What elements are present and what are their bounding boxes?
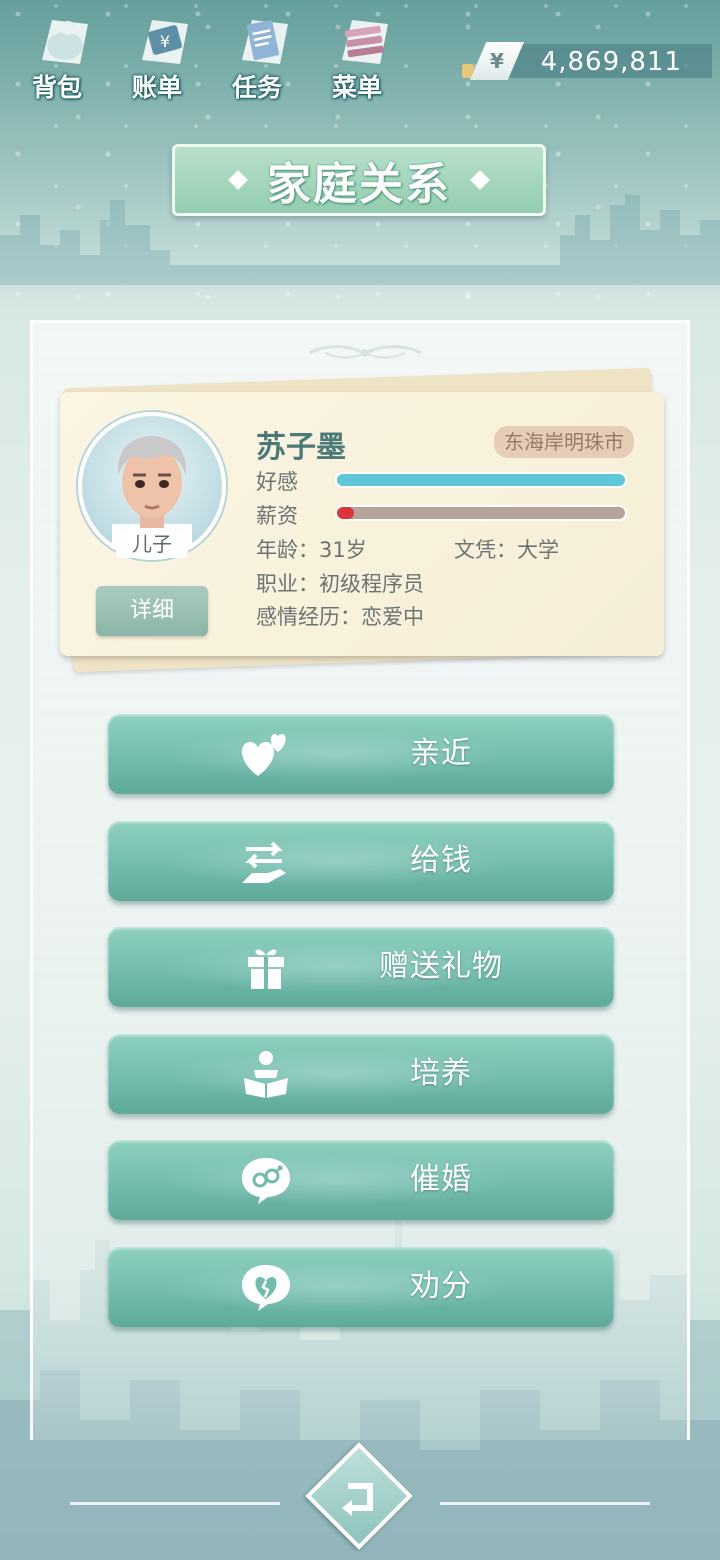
page-title-banner: 家庭关系 xyxy=(172,144,546,216)
relation-tag: 儿子 xyxy=(116,530,188,558)
nav-bag-button[interactable]: 背包 xyxy=(14,6,100,102)
age-text: 年龄：31岁 xyxy=(256,538,367,562)
bag-icon xyxy=(42,20,88,64)
page-title: 家庭关系 xyxy=(267,159,451,210)
svg-text:¥: ¥ xyxy=(160,32,170,51)
menu-icon xyxy=(342,20,388,64)
favor-bar-fill xyxy=(337,474,625,486)
divider-left xyxy=(70,1502,280,1505)
location-badge: 东海岸明珠市 xyxy=(494,426,634,458)
ornament-icon xyxy=(308,345,422,359)
nav-menu-label: 菜单 xyxy=(331,73,382,102)
action-close-button[interactable]: 亲近 xyxy=(108,714,614,794)
diamond-left-icon xyxy=(228,170,248,190)
nav-bill-button[interactable]: ¥ 账单 xyxy=(114,6,200,102)
salary-bar-fill xyxy=(337,507,355,519)
nav-task-button[interactable]: 任务 xyxy=(214,6,300,102)
salary-bar xyxy=(335,505,627,521)
nav-bill-label: 账单 xyxy=(131,73,182,102)
action-close-label: 亲近 xyxy=(410,736,472,771)
action-urge-marriage-label: 催婚 xyxy=(410,1162,472,1197)
action-persuade-breakup-button[interactable]: 劝分 xyxy=(108,1247,614,1327)
divider-right xyxy=(440,1502,650,1505)
nav-task-label: 任务 xyxy=(231,73,282,102)
detail-button[interactable]: 详细 xyxy=(96,586,208,636)
relationship-text: 感情经历：恋爱中 xyxy=(256,605,424,629)
action-gift-label: 赠送礼物 xyxy=(379,949,503,984)
favor-bar xyxy=(335,472,627,488)
action-persuade-breakup-label: 劝分 xyxy=(410,1269,472,1304)
education-text: 文凭：大学 xyxy=(454,538,559,562)
action-nurture-label: 培养 xyxy=(410,1056,472,1091)
job-text: 职业：初级程序员 xyxy=(256,572,424,596)
nav-bag-label: 背包 xyxy=(31,73,82,102)
back-arrow-icon xyxy=(342,1483,373,1516)
favor-label: 好感 xyxy=(256,470,298,494)
salary-label: 薪资 xyxy=(256,504,298,528)
money-display: ¥ 4,869,811 xyxy=(462,42,712,80)
action-give-money-button[interactable]: 给钱 xyxy=(108,821,614,901)
action-give-money-label: 给钱 xyxy=(410,843,472,878)
diamond-right-icon xyxy=(470,170,490,190)
top-navigation: 背包 ¥ 账单 任务 菜单 xyxy=(14,6,400,102)
person-name: 苏子墨 xyxy=(256,430,346,465)
nav-menu-button[interactable]: 菜单 xyxy=(314,6,400,102)
action-gift-button[interactable]: 赠送礼物 xyxy=(108,927,614,1007)
money-value: 4,869,811 xyxy=(540,47,682,77)
bill-icon: ¥ xyxy=(142,20,188,64)
action-urge-marriage-button[interactable]: 催婚 xyxy=(108,1140,614,1220)
task-icon xyxy=(242,20,288,64)
action-nurture-button[interactable]: 培养 xyxy=(108,1034,614,1114)
